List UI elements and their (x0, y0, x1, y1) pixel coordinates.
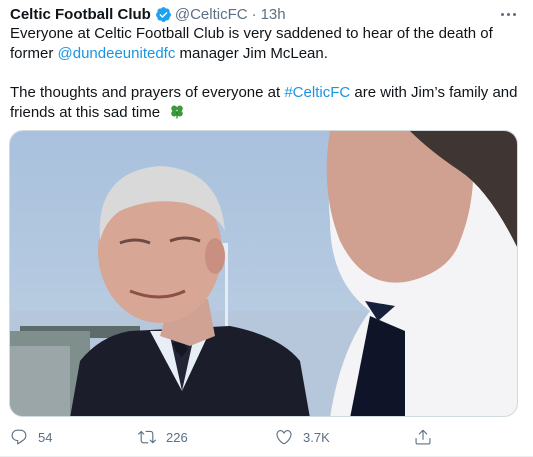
verified-badge-icon (155, 6, 171, 22)
text-segment: former (10, 45, 58, 62)
tweet-photo[interactable] (9, 130, 518, 417)
reply-button[interactable]: 54 (10, 424, 52, 450)
more-options-icon[interactable] (496, 6, 520, 22)
tweet-text-line-3: The thoughts and prayers of everyone at … (10, 83, 520, 103)
retweet-button[interactable]: 226 (138, 424, 188, 450)
tweet-text-line-1: Everyone at Celtic Football Club is very… (10, 25, 493, 42)
text-segment: friends at this sad time (10, 104, 161, 121)
text-segment: manager Jim McLean. (175, 45, 328, 62)
mention-link[interactable]: @dundeeunitedfc (58, 45, 176, 62)
retweet-icon (138, 430, 156, 444)
retweet-count: 226 (166, 429, 188, 445)
separator-dot: · (251, 5, 257, 23)
share-icon (415, 429, 431, 445)
tweet-text-line-4: friends at this sad time (10, 102, 520, 123)
text-segment: The thoughts and prayers of everyone at (10, 84, 285, 101)
like-icon (276, 430, 292, 445)
photo-image (10, 131, 517, 416)
author-handle[interactable]: @CelticFC (175, 6, 248, 23)
text-segment: are with Jim’s family and (350, 84, 518, 101)
reply-count: 54 (38, 429, 53, 445)
tweet[interactable]: Celtic Football Club @CelticFC · 13h Eve… (0, 0, 533, 457)
author-name[interactable]: Celtic Football Club (10, 6, 151, 23)
shamrock-emoji-icon (171, 105, 184, 119)
like-button[interactable]: 3.7K (275, 424, 330, 450)
tweet-text-line-2: former @dundeeunitedfc manager Jim McLea… (10, 44, 520, 64)
hashtag-link[interactable]: #CelticFC (284, 84, 350, 101)
share-button[interactable] (414, 424, 442, 450)
tweet-actions: 54 226 3.7K (0, 424, 533, 450)
like-count: 3.7K (303, 429, 330, 445)
timestamp[interactable]: 13h (261, 6, 286, 23)
tweet-header: Celtic Football Club @CelticFC · 13h (10, 4, 286, 24)
reply-icon (11, 429, 27, 445)
